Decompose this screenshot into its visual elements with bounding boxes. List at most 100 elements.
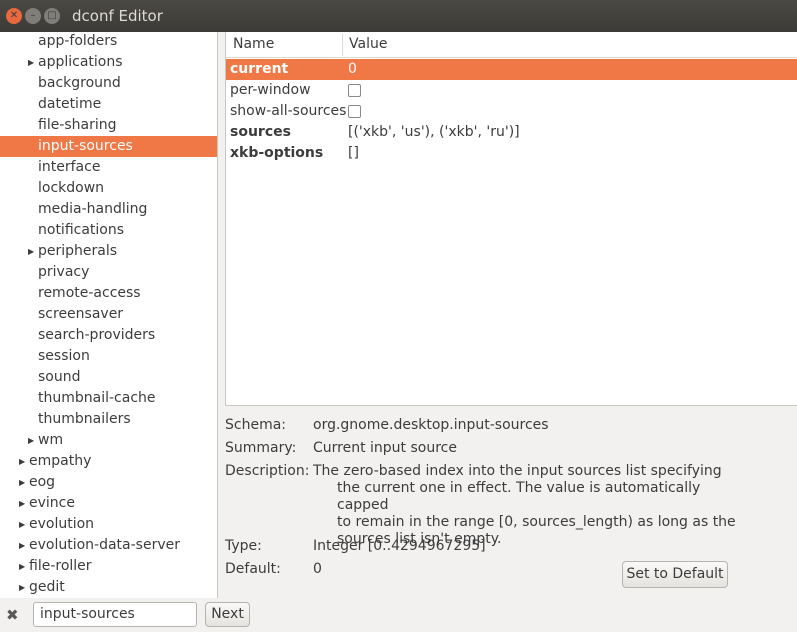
tree-item-label: search-providers bbox=[38, 327, 156, 343]
tree-item-label: peripherals bbox=[38, 243, 118, 259]
tree-item[interactable]: app-folders bbox=[0, 32, 217, 52]
tree-item-label: evince bbox=[29, 495, 75, 511]
tree-item-label: input-sources bbox=[38, 138, 133, 154]
key-name: per-window bbox=[230, 82, 311, 98]
tree-item[interactable]: screensaver bbox=[0, 304, 217, 325]
tree-item-label: notifications bbox=[38, 222, 125, 238]
tree-item[interactable]: interface bbox=[0, 157, 217, 178]
close-icon[interactable]: ✖ bbox=[6, 606, 19, 624]
tree-item-label: evolution-data-server bbox=[29, 537, 180, 553]
expander-arrow-icon[interactable]: ▶ bbox=[28, 430, 34, 451]
key-value-checkbox[interactable] bbox=[348, 84, 361, 97]
expander-arrow-icon[interactable]: ▶ bbox=[19, 535, 25, 556]
set-to-default-button[interactable]: Set to Default bbox=[622, 561, 728, 588]
description-line: to remain in the range [0, sources_lengt… bbox=[337, 514, 736, 530]
title-bar: ✕ – □ dconf Editor bbox=[0, 0, 797, 32]
tree-item-label: thumbnail-cache bbox=[38, 390, 156, 406]
tree-item[interactable]: ▶ gedit bbox=[0, 577, 217, 598]
key-name: xkb-options bbox=[230, 145, 324, 161]
summary-label: Summary: bbox=[225, 440, 297, 456]
window-minimize-button[interactable]: – bbox=[25, 8, 41, 24]
expander-arrow-icon[interactable]: ▶ bbox=[19, 556, 25, 577]
tree-item[interactable]: input-sources bbox=[0, 136, 217, 157]
tree-item-label: screensaver bbox=[38, 306, 124, 322]
window-title: dconf Editor bbox=[72, 7, 163, 25]
schema-tree[interactable]: app-folders ▶ applications background dateti… bbox=[0, 32, 218, 598]
tree-item-label: session bbox=[38, 348, 90, 364]
tree-item[interactable]: sound bbox=[0, 367, 217, 388]
tree-item-label: media-handling bbox=[38, 201, 148, 217]
tree-item-label: sound bbox=[38, 369, 81, 385]
key-value[interactable]: [] bbox=[348, 143, 359, 164]
tree-item-label: file-roller bbox=[29, 558, 92, 574]
key-name: show-all-sources bbox=[230, 103, 347, 119]
key-name: sources bbox=[230, 124, 291, 140]
tree-item[interactable]: notifications bbox=[0, 220, 217, 241]
tree-item[interactable]: lockdown bbox=[0, 178, 217, 199]
column-header-name[interactable]: Name bbox=[233, 36, 274, 52]
description-value: The zero-based index into the input sour… bbox=[313, 463, 753, 548]
description-line: the current one in effect. The value is … bbox=[337, 480, 701, 513]
find-bar: ✖ input-sources Next bbox=[0, 598, 797, 632]
tree-item-label: lockdown bbox=[38, 180, 105, 196]
expander-arrow-icon[interactable]: ▶ bbox=[19, 472, 25, 493]
keys-table: Name Value current 0 per-window show-all-so… bbox=[225, 32, 797, 406]
tree-item[interactable]: ▶ peripherals bbox=[0, 241, 217, 262]
tree-item-label: remote-access bbox=[38, 285, 141, 301]
tree-item[interactable]: session bbox=[0, 346, 217, 367]
tree-item-label: evolution bbox=[29, 516, 95, 532]
window-close-button[interactable]: ✕ bbox=[6, 8, 22, 24]
key-value[interactable]: [('xkb', 'us'), ('xkb', 'ru')] bbox=[348, 122, 520, 143]
key-name: current bbox=[230, 61, 289, 77]
tree-item[interactable]: ▶ evolution-data-server bbox=[0, 535, 217, 556]
key-row[interactable]: sources [('xkb', 'us'), ('xkb', 'ru')] bbox=[226, 122, 797, 143]
tree-item-label: eog bbox=[29, 474, 56, 490]
tree-item[interactable]: privacy bbox=[0, 262, 217, 283]
find-input[interactable]: input-sources bbox=[33, 602, 197, 627]
schema-value: org.gnome.desktop.input-sources bbox=[313, 417, 549, 433]
tree-item[interactable]: ▶ empathy bbox=[0, 451, 217, 472]
tree-item-label: empathy bbox=[29, 453, 92, 469]
expander-arrow-icon[interactable]: ▶ bbox=[19, 577, 25, 598]
tree-item[interactable]: thumbnail-cache bbox=[0, 388, 217, 409]
tree-item-label: datetime bbox=[38, 96, 102, 112]
key-row[interactable]: show-all-sources bbox=[226, 101, 797, 122]
tree-item[interactable]: ▶ evolution bbox=[0, 514, 217, 535]
description-label: Description: bbox=[225, 463, 310, 479]
tree-item[interactable]: search-providers bbox=[0, 325, 217, 346]
tree-item[interactable]: remote-access bbox=[0, 283, 217, 304]
tree-item[interactable]: media-handling bbox=[0, 199, 217, 220]
expander-arrow-icon[interactable]: ▶ bbox=[28, 241, 34, 262]
type-value: Integer [0..4294967295] bbox=[313, 538, 486, 554]
tree-item-label: applications bbox=[38, 54, 123, 70]
window-maximize-button[interactable]: □ bbox=[44, 8, 60, 24]
tree-item[interactable]: file-sharing bbox=[0, 115, 217, 136]
key-row[interactable]: current 0 bbox=[226, 59, 797, 80]
tree-item[interactable]: thumbnailers bbox=[0, 409, 217, 430]
tree-item[interactable]: ▶ file-roller bbox=[0, 556, 217, 577]
expander-arrow-icon[interactable]: ▶ bbox=[19, 493, 25, 514]
tree-item[interactable]: ▶ eog bbox=[0, 472, 217, 493]
key-row[interactable]: xkb-options [] bbox=[226, 143, 797, 164]
tree-item[interactable]: ▶ wm bbox=[0, 430, 217, 451]
column-header-value[interactable]: Value bbox=[349, 36, 387, 52]
expander-arrow-icon[interactable]: ▶ bbox=[19, 514, 25, 535]
default-value: 0 bbox=[313, 561, 322, 577]
key-value[interactable]: 0 bbox=[348, 59, 357, 80]
schema-label: Schema: bbox=[225, 417, 287, 433]
tree-item-label: thumbnailers bbox=[38, 411, 131, 427]
expander-arrow-icon[interactable]: ▶ bbox=[28, 52, 34, 73]
expander-arrow-icon[interactable]: ▶ bbox=[19, 451, 25, 472]
tree-item-label: gedit bbox=[29, 579, 65, 595]
tree-item[interactable]: datetime bbox=[0, 94, 217, 115]
tree-item[interactable]: ▶ applications bbox=[0, 52, 217, 73]
tree-item-label: wm bbox=[38, 432, 64, 448]
tree-item[interactable]: ▶ evince bbox=[0, 493, 217, 514]
next-button[interactable]: Next bbox=[205, 602, 250, 627]
tree-item-label: file-sharing bbox=[38, 117, 117, 133]
key-value-checkbox[interactable] bbox=[348, 105, 361, 118]
tree-item[interactable]: background bbox=[0, 73, 217, 94]
default-label: Default: bbox=[225, 561, 281, 577]
key-row[interactable]: per-window bbox=[226, 80, 797, 101]
tree-item-label: background bbox=[38, 75, 121, 91]
